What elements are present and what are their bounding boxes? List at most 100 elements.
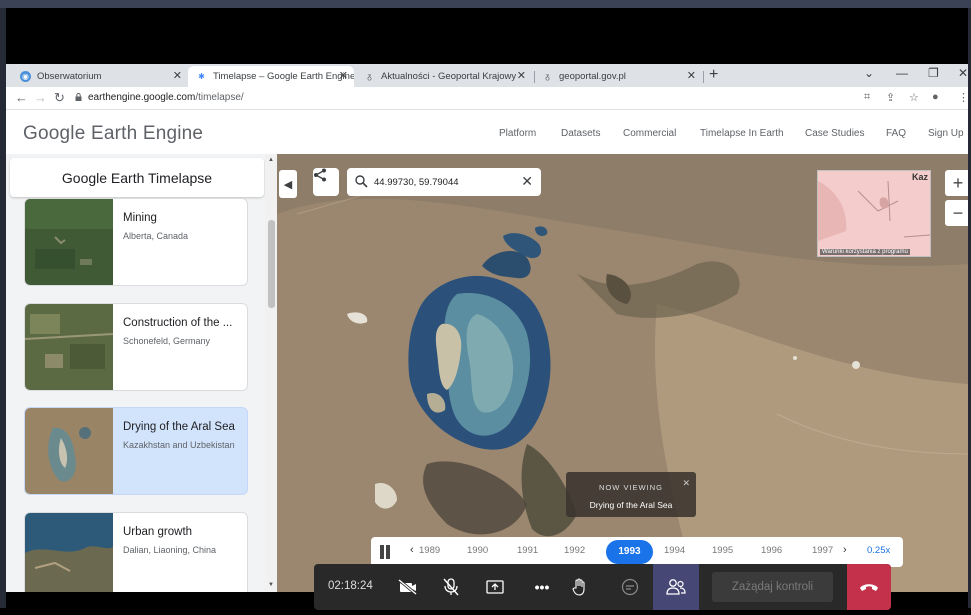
collapse-sidebar-button[interactable]: ◀ [279,170,297,198]
close-tab-icon[interactable]: ✕ [517,69,526,82]
mic-off-button[interactable] [439,575,463,599]
tab-search-icon[interactable]: ⌄ [864,66,874,80]
participants-icon [666,579,686,595]
story-title: Construction of the ... [123,317,233,329]
story-thumbnail [25,408,113,494]
timelapse-map[interactable]: ◀ ✕ [277,154,968,592]
more-actions-button[interactable]: ••• [530,575,554,599]
site-logo[interactable]: Google Earth Engine [23,123,203,145]
now-viewing-label: NOW VIEWING [599,483,663,492]
timeline-year[interactable]: 1989 [419,545,440,556]
nav-faq[interactable]: FAQ [886,128,906,139]
forward-icon[interactable]: → [34,90,47,105]
camera-off-button[interactable] [396,575,420,599]
story-title: Urban growth [123,526,193,538]
timeline-year[interactable]: 1995 [712,545,733,556]
scroll-up-icon[interactable]: ▲ [268,157,274,163]
nav-commercial[interactable]: Commercial [623,128,676,139]
sidebar-scroll-thumb[interactable] [268,220,275,308]
nav-timelapse[interactable]: Timelapse In Earth [700,128,784,139]
nav-case-studies[interactable]: Case Studies [805,128,864,139]
location-search: ✕ [347,168,541,196]
story-location: Alberta, Canada [123,231,189,241]
translate-icon[interactable]: ⌗ [864,91,870,104]
raise-hand-button[interactable] [568,575,592,599]
tab-obserwatorium[interactable]: ◉ Obserwatorium ✕ [12,66,188,87]
timeline-bar: ‹ 1989 1990 1991 1992 1993 1994 1995 199… [371,537,903,567]
sidebar-title-card: Google Earth Timelapse [10,158,264,197]
bookmark-star-icon[interactable]: ☆ [909,91,919,104]
more-icon: ••• [534,579,550,595]
zoom-out-button[interactable]: − [945,200,968,226]
close-window-icon[interactable]: ✕ [958,66,968,80]
close-tab-icon[interactable]: ✕ [339,69,348,82]
nav-sign-up[interactable]: Sign Up [928,128,964,139]
timeline-year[interactable]: 1997 [812,545,833,556]
menu-icon[interactable]: ⋮ [958,91,968,104]
story-location: Kazakhstan and Uzbekistan [123,440,235,450]
timeline-year[interactable]: 1992 [564,545,585,556]
clear-search-icon[interactable]: ✕ [521,173,533,190]
globe-icon: ◉ [20,71,31,82]
back-icon[interactable]: ← [15,90,28,105]
next-year-button[interactable]: › [843,544,847,556]
timeline-year[interactable]: 1991 [517,545,538,556]
story-location: Schonefeld, Germany [123,336,211,346]
map-terms-link[interactable]: Warunki korzystania z programu [820,249,910,255]
participants-button[interactable] [653,564,699,610]
story-thumbnail [25,513,113,592]
share-button[interactable] [313,168,339,196]
plus-icon: + [952,172,964,193]
site-header: Google Earth Engine Platform Datasets Co… [6,111,968,154]
url-host: earthengine.google.com [88,92,196,103]
hang-up-button[interactable] [847,564,891,610]
share-screen-button[interactable] [483,575,507,599]
restore-icon[interactable]: ❐ [928,66,939,80]
timeline-year[interactable]: 1994 [664,545,685,556]
nav-platform[interactable]: Platform [499,128,536,139]
tab-geoportal[interactable]: ᵹ geoportal.gov.pl ✕ [534,66,702,87]
profile-icon[interactable]: ● [932,91,939,103]
call-timer: 02:18:24 [328,580,373,592]
minimap-image [818,180,930,241]
reload-icon[interactable]: ↻ [54,90,65,106]
request-control-button[interactable]: Zażądaj kontroli [712,572,833,602]
story-thumbnail [25,304,113,390]
story-title: Drying of the Aral Sea [123,421,235,433]
close-icon[interactable]: ✕ [682,478,690,489]
close-tab-icon[interactable]: ✕ [687,69,696,82]
tab-aktualnosci[interactable]: ᵹ Aktualności - Geoportal Krajowy ✕ [356,66,532,87]
story-card-urban-growth[interactable]: Urban growth Dalian, Liaoning, China [24,512,248,592]
earth-engine-icon: ✱ [196,71,207,82]
scroll-down-icon[interactable]: ▼ [268,582,274,588]
zoom-in-button[interactable]: + [945,170,968,196]
search-icon [355,175,368,188]
timeline-year-current[interactable]: 1993 [606,540,653,564]
close-tab-icon[interactable]: ✕ [173,69,182,82]
tab-separator [703,71,704,83]
chevron-left-icon: ◀ [283,178,293,191]
hang-up-icon [860,584,878,591]
raise-hand-icon [572,578,585,596]
address-bar[interactable]: earthengine.google.com/timelapse/ [88,92,244,103]
minimize-icon[interactable]: — [896,66,908,80]
story-card-construction[interactable]: Construction of the ... Schonefeld, Germ… [24,303,248,391]
story-card-aral-sea[interactable]: Drying of the Aral Sea Kazakhstan and Uz… [24,407,248,495]
previous-year-button[interactable]: ‹ [410,544,414,556]
pause-button[interactable] [379,545,391,559]
timeline-year[interactable]: 1990 [467,545,488,556]
share-page-icon[interactable]: ⇪ [886,91,895,104]
meeting-controls: 02:18:24 ••• Zażądaj kontroli [314,564,891,610]
sidebar-title: Google Earth Timelapse [61,170,213,186]
timeline-year[interactable]: 1996 [761,545,782,556]
playback-speed[interactable]: 0.25x [867,545,890,556]
nav-datasets[interactable]: Datasets [561,128,600,139]
chat-button[interactable] [618,575,642,599]
story-card-mining[interactable]: Mining Alberta, Canada [24,198,248,286]
new-tab-button[interactable]: + [709,66,718,84]
browser-window: ◉ Obserwatorium ✕ ✱ Timelapse – Google E… [6,64,968,592]
search-input[interactable] [374,174,504,190]
tab-timelapse[interactable]: ✱ Timelapse – Google Earth Engine ✕ [188,66,354,87]
mic-off-icon [443,578,459,596]
overview-minimap[interactable]: Kaz Warunki korzystania z programu [817,170,931,257]
